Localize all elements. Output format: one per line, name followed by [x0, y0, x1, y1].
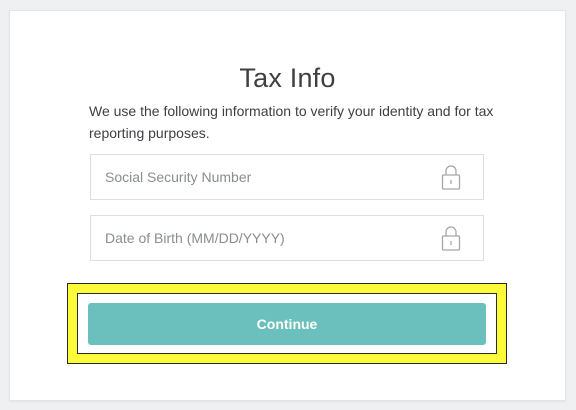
- ssn-input[interactable]: [91, 155, 439, 199]
- tax-info-card: Tax Info We use the following informatio…: [9, 10, 566, 401]
- date-of-birth-field[interactable]: [90, 215, 484, 261]
- lock-icon: [439, 162, 463, 192]
- ssn-field[interactable]: [90, 154, 484, 200]
- date-of-birth-input[interactable]: [91, 216, 439, 260]
- highlight-box: Continue: [67, 283, 507, 364]
- lock-icon: [439, 223, 463, 253]
- description-text: We use the following information to veri…: [89, 103, 494, 141]
- page-title: Tax Info: [239, 63, 336, 93]
- highlight-inner-frame: Continue: [77, 293, 497, 354]
- continue-button[interactable]: Continue: [88, 303, 486, 345]
